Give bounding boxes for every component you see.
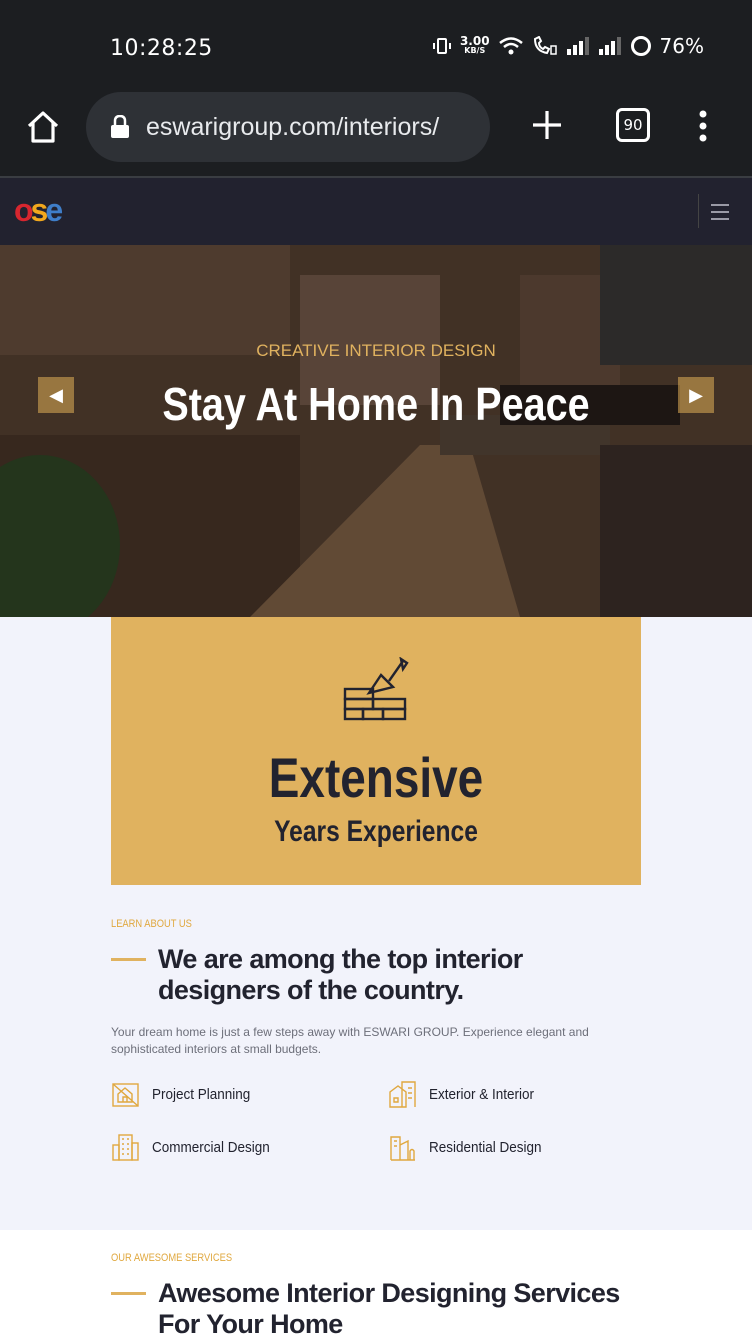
residential-icon xyxy=(390,1136,415,1161)
status-bar: 10:28:25 3.00 KB/S 76% xyxy=(0,0,752,92)
signal-icon-1 xyxy=(566,36,590,56)
about-heading: We are among the top interior designers … xyxy=(158,944,523,1005)
address-bar[interactable]: eswarigroup.com/interiors/ xyxy=(86,92,490,162)
hero-slider: CREATIVE INTERIOR DESIGN Stay At Home In… xyxy=(0,245,752,617)
site-header: ose xyxy=(0,178,752,245)
about-description: Your dream home is just a few steps away… xyxy=(111,1025,589,1056)
home-icon xyxy=(27,111,59,143)
heading-accent-line xyxy=(111,1292,146,1295)
feature-label: Commercial Design xyxy=(152,1139,270,1156)
hamburger-line xyxy=(711,211,729,213)
signal-icon-2 xyxy=(598,36,622,56)
blueprint-icon xyxy=(112,1083,139,1107)
hamburger-line xyxy=(711,204,729,206)
slider-prev-button[interactable]: ◀ xyxy=(38,377,74,413)
net-speed: 3.00 KB/S xyxy=(459,34,490,56)
battery-icon xyxy=(630,35,652,57)
new-tab-button[interactable] xyxy=(528,106,566,144)
plus-icon xyxy=(533,111,561,139)
services-heading: Awesome Interior Designing Services For … xyxy=(158,1278,620,1339)
status-icons: 3.00 KB/S 76% xyxy=(432,34,704,58)
heading-accent-line xyxy=(111,958,146,961)
nav-menu-button[interactable] xyxy=(698,194,741,228)
feature-label: Project Planning xyxy=(152,1086,251,1103)
experience-box: Extensive Years Experience xyxy=(111,617,641,885)
site-logo[interactable]: ose xyxy=(14,192,63,229)
services-eyebrow: OUR AWESOME SERVICES xyxy=(111,1252,233,1264)
more-vert-icon xyxy=(699,110,707,142)
building-icon xyxy=(389,1081,416,1108)
url-text: eswarigroup.com/interiors/ xyxy=(146,112,440,141)
feature-project-planning: Project Planning xyxy=(111,1080,388,1109)
browser-toolbar: eswarigroup.com/interiors/ 90 xyxy=(0,92,752,178)
about-heading-row: We are among the top interior designers … xyxy=(111,944,641,1006)
wifi-call-icon xyxy=(532,36,558,56)
overflow-menu-button[interactable] xyxy=(690,106,716,146)
chevron-left-icon: ◀ xyxy=(49,385,63,405)
about-section: LEARN ABOUT US We are among the top inte… xyxy=(111,918,641,1162)
hero-title: Stay At Home In Peace xyxy=(162,378,590,430)
feature-label: Residential Design xyxy=(429,1139,542,1156)
experience-title: Extensive xyxy=(268,746,484,809)
hero-overlay xyxy=(0,245,752,617)
chevron-right-icon: ▶ xyxy=(689,385,703,405)
features-grid: Project Planning Exterior & Interior Com… xyxy=(111,1080,641,1162)
feature-commercial-design: Commercial Design xyxy=(111,1133,388,1162)
net-speed-unit: KB/S xyxy=(464,46,486,55)
home-button[interactable] xyxy=(24,108,62,146)
feature-label: Exterior & Interior xyxy=(429,1086,535,1103)
experience-subtitle: Years Experience xyxy=(274,815,478,848)
office-icon xyxy=(112,1134,139,1161)
hero-subtitle: CREATIVE INTERIOR DESIGN xyxy=(256,341,496,360)
feature-residential-design: Residential Design xyxy=(388,1133,641,1162)
services-heading-row: Awesome Interior Designing Services For … xyxy=(111,1278,641,1340)
feature-exterior-interior: Exterior & Interior xyxy=(388,1080,641,1109)
about-eyebrow: LEARN ABOUT US xyxy=(111,918,192,930)
brick-trowel-icon xyxy=(343,657,409,721)
net-speed-value: 3.00 xyxy=(459,34,490,48)
services-section: OUR AWESOME SERVICES Awesome Interior De… xyxy=(0,1230,752,1340)
logo-letter-o: o xyxy=(14,192,33,228)
status-time: 10:28:25 xyxy=(110,36,213,61)
lock-icon xyxy=(111,115,129,138)
slider-next-button[interactable]: ▶ xyxy=(678,377,714,413)
logo-letter-s: s xyxy=(30,192,49,228)
vibrate-icon xyxy=(432,36,452,56)
wifi-icon xyxy=(498,36,524,56)
services-inner: OUR AWESOME SERVICES Awesome Interior De… xyxy=(111,1252,641,1340)
tab-switcher-button[interactable]: 90 xyxy=(616,108,650,142)
hamburger-line xyxy=(711,218,729,220)
logo-letter-e: e xyxy=(45,192,63,228)
battery-percent: 76% xyxy=(659,34,704,58)
